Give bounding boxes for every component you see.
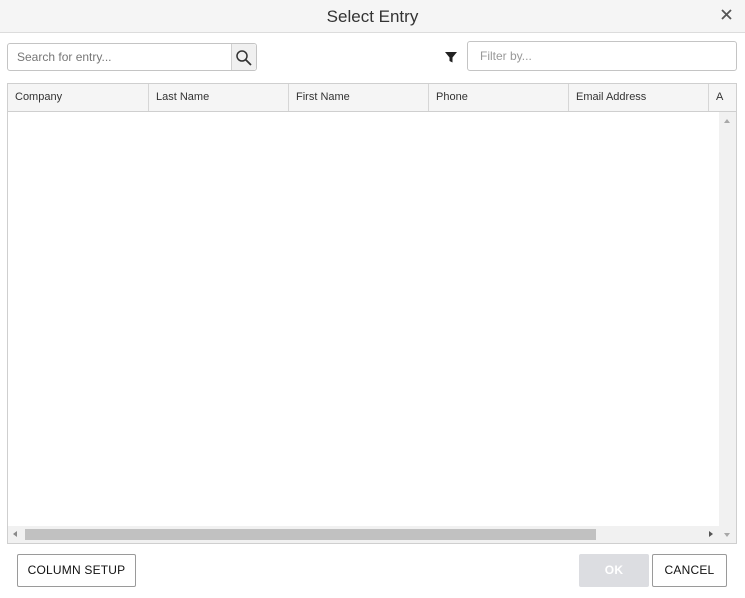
dialog-title-bar: Select Entry [0, 0, 745, 33]
entry-grid: Company Last Name First Name Phone Email… [7, 83, 737, 544]
filter-icon[interactable] [444, 50, 458, 64]
horizontal-scrollbar[interactable] [8, 526, 719, 543]
filter-input[interactable] [467, 41, 737, 71]
grid-header: Company Last Name First Name Phone Email… [8, 84, 736, 112]
column-header-company[interactable]: Company [8, 84, 149, 111]
column-header-first-name[interactable]: First Name [289, 84, 429, 111]
cancel-button[interactable]: CANCEL [652, 554, 727, 587]
search-button[interactable] [231, 44, 256, 70]
column-header-phone[interactable]: Phone [429, 84, 569, 111]
search-icon [236, 50, 252, 66]
column-header-email-address[interactable]: Email Address [569, 84, 709, 111]
column-header-last-name[interactable]: Last Name [149, 84, 289, 111]
scroll-right-icon[interactable] [709, 531, 713, 537]
close-button[interactable] [718, 6, 736, 24]
column-header-partial[interactable]: A [709, 84, 736, 111]
scroll-left-icon[interactable] [13, 531, 17, 537]
column-setup-button[interactable]: COLUMN SETUP [17, 554, 136, 587]
search-input[interactable] [8, 44, 232, 70]
close-icon [721, 9, 732, 20]
ok-button[interactable]: OK [579, 554, 649, 587]
horizontal-scroll-thumb[interactable] [25, 529, 596, 540]
vertical-scrollbar[interactable] [719, 112, 736, 543]
search-box [7, 43, 257, 71]
scroll-up-icon[interactable] [724, 119, 730, 123]
dialog-title: Select Entry [326, 7, 419, 26]
scroll-down-icon[interactable] [724, 533, 730, 537]
